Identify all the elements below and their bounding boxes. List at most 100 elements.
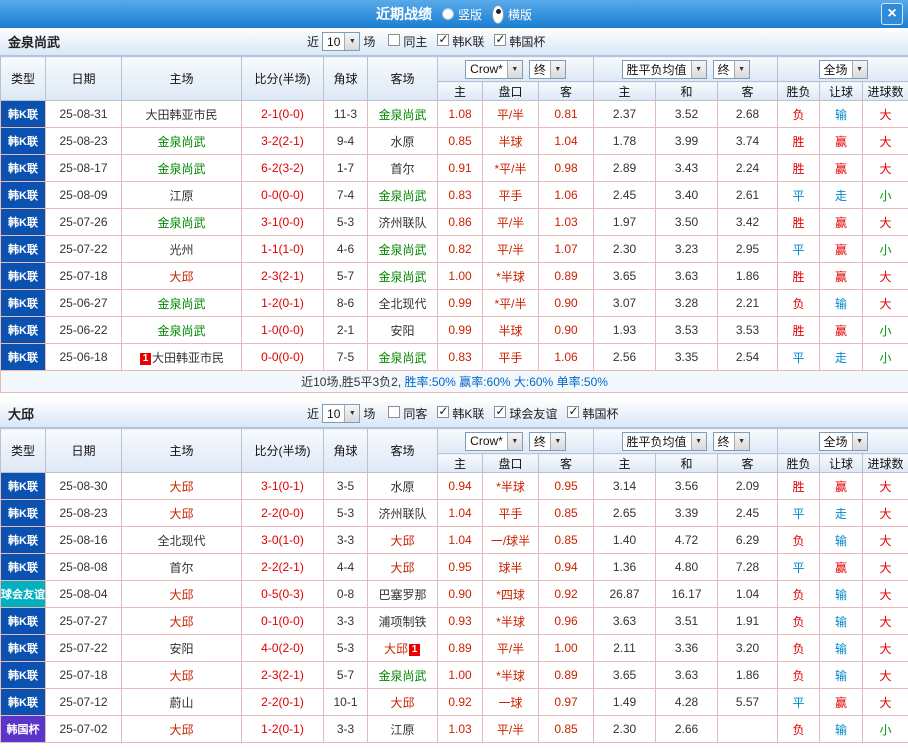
team-name[interactable]: 大田韩亚市民 (145, 108, 217, 122)
team-name[interactable]: 大邱 (390, 561, 414, 575)
team-name[interactable]: 水原 (390, 135, 414, 149)
team-name[interactable]: 首尔 (169, 561, 193, 575)
handicap-result-cell: 走 (819, 181, 864, 209)
match-count-select[interactable]: 10 ▼ (322, 404, 361, 423)
avg-odds-select[interactable]: 胜平负均值 ▼ (621, 59, 707, 79)
team-name[interactable]: 大田韩亚市民 (152, 351, 224, 365)
avg-away-odds-cell: 1.86 (717, 262, 779, 290)
team-name[interactable]: 大邱 (384, 642, 408, 656)
team-name[interactable]: 金泉尚武 (378, 243, 426, 257)
layout-option-vertical[interactable]: 竖版 (441, 6, 482, 23)
score-cell: 3-0(1-0) (241, 526, 324, 554)
filter-checkbox-label[interactable]: 同客 (403, 407, 427, 421)
filter-checkbox-label[interactable]: 韩国杯 (582, 407, 618, 421)
team-name[interactable]: 全北现代 (378, 297, 426, 311)
col-result: 胜负 (777, 81, 821, 101)
filter-checkbox[interactable] (494, 404, 507, 418)
filter-checkbox-label[interactable]: 同主 (403, 35, 427, 49)
filter-checkbox[interactable] (494, 32, 507, 46)
team-name[interactable]: 安阳 (169, 642, 193, 656)
team-name[interactable]: 浦项制铁 (378, 615, 426, 629)
score-cell: 2-2(0-1) (241, 688, 324, 716)
team-name[interactable]: 大邱 (169, 669, 193, 683)
close-icon[interactable]: × (881, 3, 903, 25)
team-name[interactable]: 大邱 (169, 615, 193, 629)
team-name[interactable]: 蔚山 (169, 696, 193, 710)
matches-table-2: 类型 日期 主场 比分(半场) 角球 客场 Crow* ▼ 终 ▼ 胜平负均值 ▼ 终… (0, 428, 908, 743)
goals-cell: 大 (862, 580, 908, 608)
horizontal-radio-label[interactable]: 横版 (508, 6, 532, 23)
corners-cell: 1-7 (323, 154, 368, 182)
team-name[interactable]: 水原 (390, 480, 414, 494)
col-avg-away: 客 (717, 81, 779, 101)
layout-option-horizontal[interactable]: 横版 (492, 4, 532, 24)
unit-label: 场 (363, 35, 376, 49)
team-name[interactable]: 光州 (169, 243, 193, 257)
home-team-cell: 1 大田韩亚市民 (121, 343, 242, 371)
filter-checkbox[interactable] (437, 32, 450, 46)
team-name[interactable]: 金泉尚武 (157, 297, 205, 311)
scope-select[interactable]: 全场 ▼ (818, 431, 868, 451)
result-cell: 负 (777, 526, 821, 554)
avg-draw-odds-cell: 16.17 (655, 580, 719, 608)
team-name[interactable]: 大邱 (169, 723, 193, 737)
match-row: 韩K联 25-07-22 安阳 4-0(2-0) 5-3 大邱 1 0.89 平/半 1.00 2.… (0, 634, 908, 662)
team-name[interactable]: 济州联队 (378, 216, 426, 230)
team-name[interactable]: 金泉尚武 (157, 162, 205, 176)
scope-select[interactable]: 全场 ▼ (818, 59, 868, 79)
col-crow-home: 主 (437, 81, 483, 101)
team-name[interactable]: 大邱 (390, 696, 414, 710)
filter-checkbox-label[interactable]: 韩K联 (452, 407, 484, 421)
team-name[interactable]: 金泉尚武 (378, 189, 426, 203)
match-count-select[interactable]: 10 ▼ (322, 32, 361, 51)
team-name[interactable]: 巴塞罗那 (378, 588, 426, 602)
avg-time-select[interactable]: 终 ▼ (712, 431, 750, 451)
match-date-cell: 25-07-12 (45, 688, 122, 716)
team-name[interactable]: 江原 (169, 189, 193, 203)
team-name[interactable]: 大邱 (390, 534, 414, 548)
avg-odds-select[interactable]: 胜平负均值 ▼ (621, 431, 707, 451)
team-name[interactable]: 金泉尚武 (378, 108, 426, 122)
team-name[interactable]: 济州联队 (378, 507, 426, 521)
team-name[interactable]: 金泉尚武 (157, 324, 205, 338)
horizontal-radio[interactable] (492, 4, 504, 24)
team-name[interactable]: 首尔 (390, 162, 414, 176)
filter-checkbox[interactable] (437, 404, 450, 418)
chevron-down-icon: ▼ (690, 60, 706, 78)
filter-checkbox-label[interactable]: 韩国杯 (509, 35, 545, 49)
filter-checkbox[interactable] (388, 406, 401, 418)
avg-draw-odds-cell: 3.39 (655, 499, 719, 527)
handicap-result-cell: 赢 (819, 316, 864, 344)
away-team-cell: 金泉尚武 (367, 661, 438, 689)
team-name[interactable]: 大邱 (169, 480, 193, 494)
vertical-radio-label[interactable]: 竖版 (458, 6, 482, 23)
handicap-result-cell: 赢 (819, 553, 864, 581)
bookmaker-select[interactable]: Crow* ▼ (465, 59, 523, 79)
team-name[interactable]: 金泉尚武 (378, 270, 426, 284)
filter-checkbox-label[interactable]: 韩K联 (452, 35, 484, 49)
team-name[interactable]: 金泉尚武 (157, 135, 205, 149)
team-name[interactable]: 大邱 (169, 270, 193, 284)
team-name[interactable]: 金泉尚武 (157, 216, 205, 230)
team-name[interactable]: 江原 (390, 723, 414, 737)
team-name[interactable]: 安阳 (390, 324, 414, 338)
odds-time-select[interactable]: 终 ▼ (528, 431, 566, 451)
league-type-cell: 韩K联 (0, 127, 46, 155)
filter-checkbox[interactable] (567, 404, 580, 418)
vertical-radio[interactable] (441, 8, 454, 20)
avg-draw-odds-cell: 3.35 (655, 343, 719, 371)
filter-checkbox-label[interactable]: 球会友谊 (509, 407, 557, 421)
odds-time-select[interactable]: 终 ▼ (528, 59, 566, 79)
match-date-cell: 25-06-22 (45, 316, 122, 344)
bookmaker-select[interactable]: Crow* ▼ (465, 431, 523, 451)
avg-time-select[interactable]: 终 ▼ (712, 59, 750, 79)
team-name[interactable]: 金泉尚武 (378, 351, 426, 365)
team-name[interactable]: 大邱 (169, 588, 193, 602)
team-name[interactable]: 金泉尚武 (378, 669, 426, 683)
filter-checkbox[interactable] (388, 34, 401, 46)
crow-away-odds-cell: 1.07 (537, 235, 595, 263)
match-row: 韩K联 25-07-22 光州 1-1(1-0) 4-6 金泉尚武 0.82 平/半 1.07 2… (0, 235, 908, 263)
goals-cell: 大 (862, 472, 908, 500)
team-name[interactable]: 大邱 (169, 507, 193, 521)
team-name[interactable]: 全北现代 (157, 534, 205, 548)
